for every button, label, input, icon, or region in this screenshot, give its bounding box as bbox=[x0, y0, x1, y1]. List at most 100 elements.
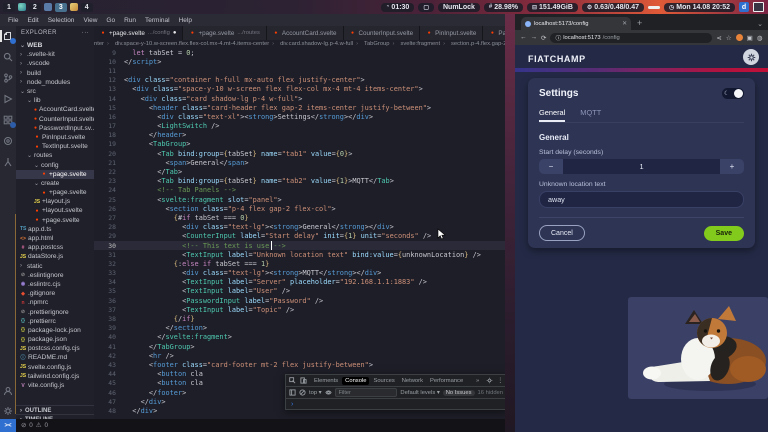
code-line[interactable]: 12<div class="container h-full mx-auto f… bbox=[94, 76, 505, 85]
devtools-menu-icon[interactable]: ⋮ bbox=[497, 378, 503, 384]
breadcrumb-segment[interactable]: svelte:fragment bbox=[400, 41, 440, 47]
explorer-item[interactable]: ›node_modules bbox=[16, 78, 94, 87]
code-line[interactable]: 22 </Tab> bbox=[94, 167, 505, 176]
explorer-item[interactable]: JSpostcss.config.cjs bbox=[16, 344, 94, 353]
breadcrumb[interactable]: nter›div.space-y-10.w-screen.flex.flex-c… bbox=[94, 40, 505, 48]
code-line[interactable]: 35 <TextInput label="User" /> bbox=[94, 287, 505, 296]
explorer-item[interactable]: ⌄create bbox=[16, 179, 94, 188]
remote-indicator[interactable]: >< bbox=[0, 419, 16, 432]
explorer-icon[interactable] bbox=[2, 30, 14, 42]
explorer-item[interactable]: ⌄lib bbox=[16, 96, 94, 105]
browser-tab[interactable]: localhost:5173/config ✕ bbox=[521, 17, 631, 30]
increment-button[interactable]: + bbox=[720, 159, 744, 174]
code-line[interactable]: 11 bbox=[94, 66, 505, 75]
code-line[interactable]: 21 <span>General</span> bbox=[94, 158, 505, 167]
menu-terminal[interactable]: Terminal bbox=[145, 17, 170, 24]
reload-icon[interactable]: ⟳ bbox=[541, 34, 546, 42]
devtools-overflow-icon[interactable]: » bbox=[473, 377, 482, 385]
devtools-tab-network[interactable]: Network bbox=[399, 377, 426, 385]
code-line[interactable]: 20 <Tab bind:group={tabSet} name="tab1" … bbox=[94, 149, 505, 158]
code-line[interactable]: 14 <div class="card shadow-lg p-4 w-full… bbox=[94, 94, 505, 103]
address-bar[interactable]: ⓘ localhost:5173/config bbox=[550, 33, 712, 43]
eye-icon[interactable] bbox=[325, 389, 332, 396]
device-toolbar-icon[interactable] bbox=[300, 377, 307, 384]
new-tab-button[interactable]: + bbox=[637, 18, 642, 30]
explorer-item[interactable]: ◆.gitignore bbox=[16, 289, 94, 298]
editor-tab[interactable]: ●PinInput.svelte bbox=[420, 26, 483, 40]
explorer-item[interactable]: <>app.html bbox=[16, 234, 94, 243]
code-line[interactable]: 43 <footer class="card-footer mt-2 flex … bbox=[94, 360, 505, 369]
editor-tab[interactable]: ●AccountCard.svelte bbox=[267, 26, 344, 40]
explorer-item[interactable]: #app.postcss bbox=[16, 243, 94, 252]
tab-mqtt[interactable]: MQTT bbox=[580, 108, 601, 122]
explorer-item[interactable]: ›.vscode bbox=[16, 59, 94, 68]
explorer-item[interactable]: ⊘.prettierignore bbox=[16, 307, 94, 316]
code-line[interactable]: 40 </svelte:fragment> bbox=[94, 333, 505, 342]
extensions-icon[interactable] bbox=[2, 114, 14, 126]
explorer-item[interactable]: ●CounterInput.svelte bbox=[16, 115, 94, 124]
explorer-item[interactable]: {}package.json bbox=[16, 335, 94, 344]
close-tab-icon[interactable]: ✕ bbox=[622, 21, 627, 27]
code-line[interactable]: 15 <header class="card-header flex gap-2… bbox=[94, 103, 505, 112]
explorer-item[interactable]: n.npmrc bbox=[16, 298, 94, 307]
breadcrumb-segment[interactable]: div.space-y-10.w-screen.flex.flex-col.mx… bbox=[115, 41, 269, 47]
breadcrumb-segment[interactable]: div.card.shadow-lg.p-4.w-full bbox=[280, 41, 353, 47]
tab-search-chevron-icon[interactable]: ⌄ bbox=[757, 20, 768, 30]
explorer-item[interactable]: JStailwind.config.cjs bbox=[16, 372, 94, 381]
code-line[interactable]: 42 <hr /> bbox=[94, 351, 505, 360]
explorer-item[interactable]: ●TextInput.svelte bbox=[16, 142, 94, 151]
code-line[interactable]: 9 let tabSet = 0; bbox=[94, 48, 505, 57]
explorer-item[interactable]: ⌄routes bbox=[16, 151, 94, 160]
code-line[interactable]: 39 </section> bbox=[94, 324, 505, 333]
explorer-item[interactable]: ●PinInput.svelte bbox=[16, 133, 94, 142]
workspace-2[interactable]: 2 bbox=[29, 3, 41, 12]
code-line[interactable]: 34 <TextInput label="Server" placeholder… bbox=[94, 278, 505, 287]
page-settings-button[interactable] bbox=[743, 49, 759, 65]
devtools-tab-elements[interactable]: Elements bbox=[311, 377, 341, 385]
clear-console-icon[interactable] bbox=[299, 389, 306, 396]
code-line[interactable]: 17 <LightSwitch /> bbox=[94, 122, 505, 131]
cancel-button[interactable]: Cancel bbox=[539, 225, 585, 241]
explorer-item[interactable]: JSdataStore.js bbox=[16, 252, 94, 261]
site-info-icon[interactable]: ⓘ bbox=[555, 33, 561, 42]
menu-view[interactable]: View bbox=[83, 17, 97, 24]
console-sidebar-icon[interactable] bbox=[289, 389, 296, 396]
settings-sync-icon[interactable] bbox=[2, 135, 14, 147]
console-prompt[interactable]: › bbox=[286, 399, 506, 409]
explorer-more-icon[interactable]: ··· bbox=[82, 30, 89, 36]
explorer-item[interactable]: ●PasswordInput.sv... bbox=[16, 124, 94, 133]
code-line[interactable]: 31 <TextInput label="Unknown location te… bbox=[94, 250, 505, 259]
extensions-puzzle-icon[interactable]: ▣ bbox=[747, 34, 753, 42]
breadcrumb-segment[interactable]: section.p-4.flex.gap-2.flex-col bbox=[451, 41, 505, 47]
back-icon[interactable]: ← bbox=[520, 34, 527, 41]
editor-tab[interactable]: ●CounterInput.svelte bbox=[344, 26, 421, 40]
devtools-tab-sources[interactable]: Sources bbox=[370, 377, 397, 385]
explorer-item[interactable]: ⌄config bbox=[16, 160, 94, 169]
modified-dot-icon[interactable]: ● bbox=[173, 30, 177, 36]
explorer-item[interactable]: Vvite.config.js bbox=[16, 381, 94, 390]
source-control-icon[interactable] bbox=[2, 72, 14, 84]
explorer-item[interactable]: {}.prettierrc bbox=[16, 317, 94, 326]
explorer-item[interactable]: ●+page.svelte bbox=[16, 170, 94, 179]
code-line[interactable]: 23 <Tab bind:group={tabSet} name="tab2" … bbox=[94, 177, 505, 186]
code-line[interactable]: 33 <div class="text-lg"><strong>MQTT</st… bbox=[94, 269, 505, 278]
code-line[interactable]: 13 <div class="space-y-10 w-screen flex … bbox=[94, 85, 505, 94]
workspace-4[interactable]: 4 bbox=[81, 3, 93, 12]
testing-icon[interactable] bbox=[2, 156, 14, 168]
explorer-item[interactable]: ●+page.svelte bbox=[16, 216, 94, 225]
code-line[interactable]: 41 </TabGroup> bbox=[94, 342, 505, 351]
run-debug-icon[interactable] bbox=[2, 93, 14, 105]
context-selector[interactable]: top ▾ bbox=[309, 390, 322, 396]
console-filter-input[interactable]: Filter bbox=[335, 388, 398, 397]
workspace-1[interactable]: 1 bbox=[3, 3, 15, 12]
breadcrumb-segment[interactable]: nter bbox=[94, 41, 104, 47]
forward-icon[interactable]: → bbox=[531, 34, 538, 41]
editor-tab[interactable]: ●+page.svelte.../routes bbox=[183, 26, 266, 40]
explorer-item[interactable]: ●AccountCard.svelte bbox=[16, 105, 94, 114]
code-line[interactable]: 37 <TextInput label="Topic" /> bbox=[94, 305, 505, 314]
menu-selection[interactable]: Selection bbox=[48, 17, 75, 24]
counter-value[interactable]: 1 bbox=[563, 159, 720, 174]
tab-general[interactable]: General bbox=[539, 108, 565, 122]
menu-help[interactable]: Help bbox=[179, 17, 192, 24]
explorer-item[interactable]: ◉.eslintrc.cjs bbox=[16, 280, 94, 289]
